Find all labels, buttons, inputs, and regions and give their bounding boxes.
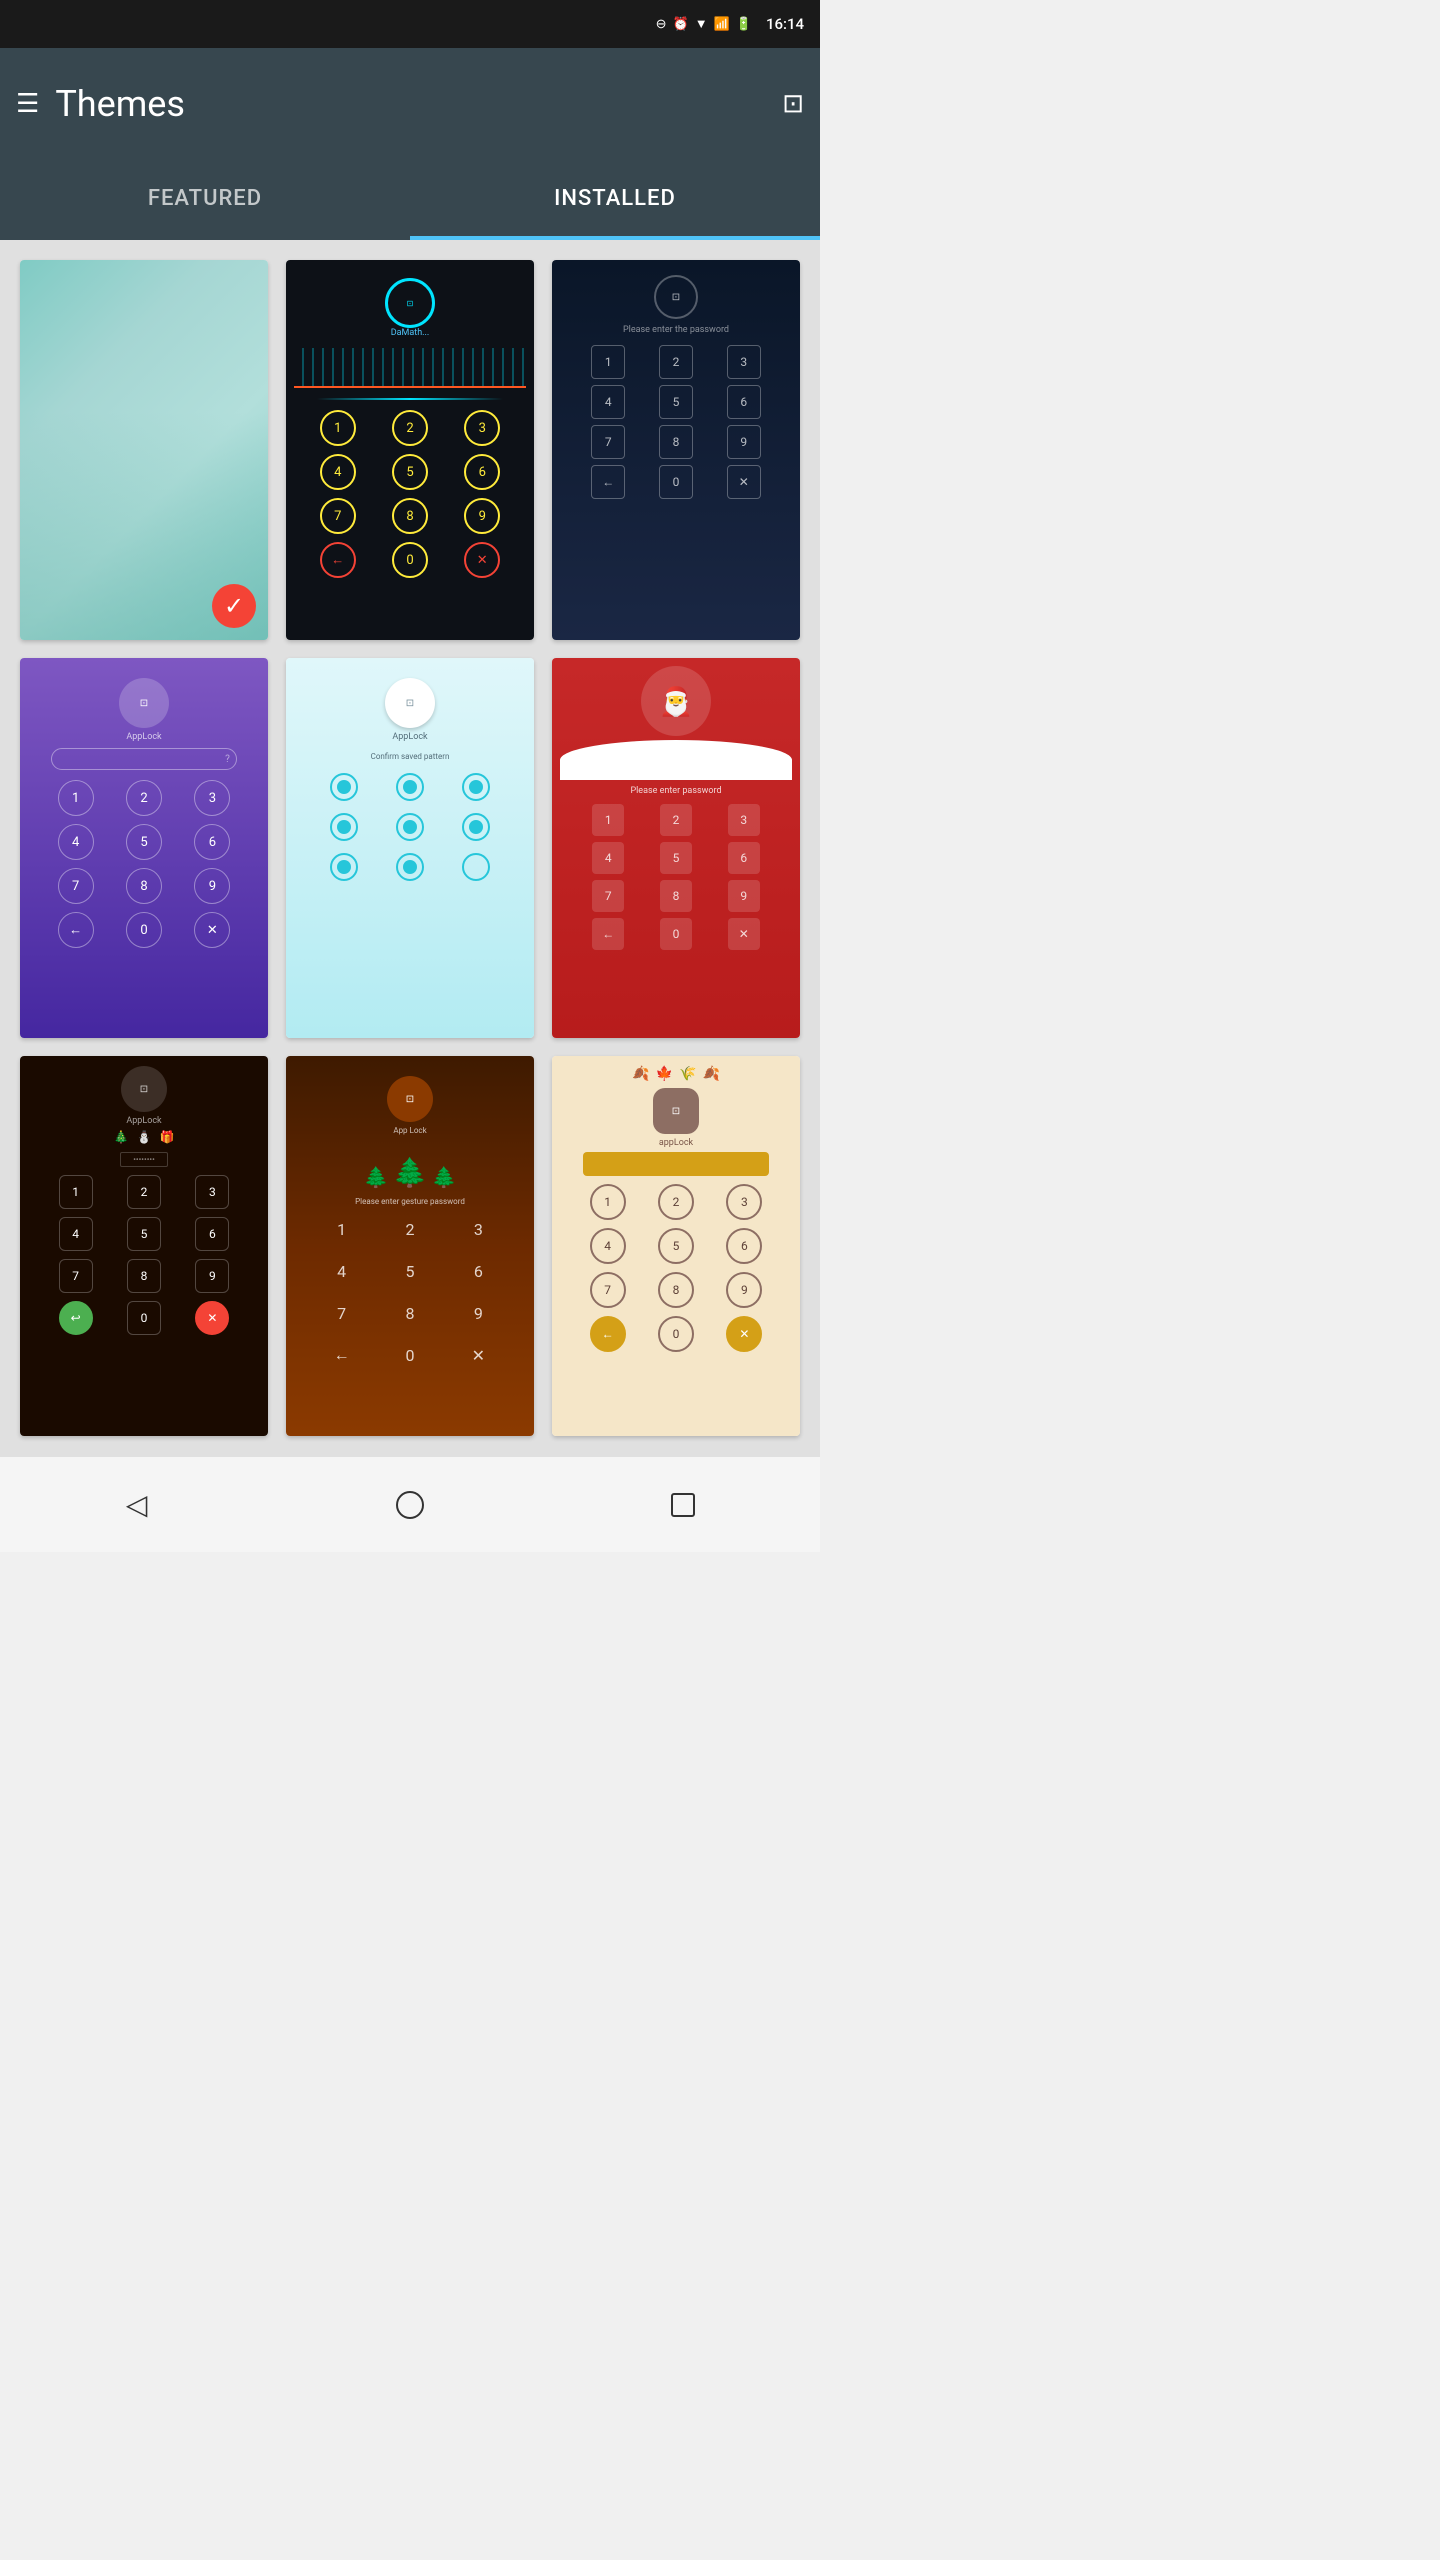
numpad: 1 2 3 4 5 6 7 8 9 ← 0 ✕ bbox=[45, 780, 242, 948]
crop-icon[interactable]: ⊡ bbox=[782, 89, 804, 119]
numpad: 1 2 3 4 5 6 7 8 9 ← 0 ✕ bbox=[311, 1212, 508, 1372]
status-time: 16:14 bbox=[766, 15, 804, 33]
signal-icon: 📶 bbox=[714, 17, 730, 32]
city-skyline bbox=[294, 348, 526, 388]
trees-graphic: 🌲 🌲 🌲 bbox=[294, 1139, 526, 1189]
theme-card-9[interactable]: 🍂🍁🌾🍂 ⊡ appLock 1 2 3 4 5 6 7 8 9 ← 0 ✕ bbox=[552, 1056, 800, 1436]
selected-badge: ✓ bbox=[212, 584, 256, 628]
theme-card-4[interactable]: ⊡ AppLock ? 1 2 3 4 5 6 7 8 9 ← 0 ✕ bbox=[20, 658, 268, 1038]
numpad: 1 2 3 4 5 6 7 8 9 ← 0 ✕ bbox=[306, 410, 515, 578]
numpad: 1 2 3 4 5 6 7 8 9 ← 0 ✕ bbox=[577, 1184, 774, 1352]
recents-icon bbox=[671, 1493, 695, 1517]
theme-card-5[interactable]: ⊡ AppLock Confirm saved pattern bbox=[286, 658, 534, 1038]
theme-card-8[interactable]: ⊡ App Lock 🌲 🌲 🌲 Please enter gesture pa… bbox=[286, 1056, 534, 1436]
password-input: ? bbox=[51, 748, 237, 770]
numpad: 1 2 3 4 5 6 7 8 9 ↩ 0 ✕ bbox=[45, 1175, 242, 1335]
theme-card-6[interactable]: 🎅 Please enter password 1 2 3 4 5 6 7 8 … bbox=[552, 658, 800, 1038]
numpad: 1 2 3 4 5 6 7 8 9 ← 0 ✕ bbox=[577, 804, 774, 950]
theme-logo: ⊡ bbox=[385, 278, 435, 328]
tab-featured[interactable]: FEATURED bbox=[0, 160, 410, 240]
page-title: Themes bbox=[55, 83, 185, 125]
clock-icon: ⏰ bbox=[673, 17, 689, 32]
status-bar: ⊖ ⏰ ▼ 📶 🔋 16:14 bbox=[0, 0, 820, 48]
theme-text: Please enter gesture password bbox=[355, 1197, 465, 1206]
home-button[interactable] bbox=[380, 1475, 440, 1535]
theme-logo: ⊡ bbox=[119, 678, 169, 728]
pattern-grid bbox=[317, 773, 503, 881]
theme-text: Please enter password bbox=[630, 786, 721, 796]
theme-logo: ⊡ bbox=[385, 678, 435, 728]
menu-icon[interactable]: ☰ bbox=[16, 89, 39, 119]
theme-text: Please enter the password bbox=[623, 325, 729, 335]
theme-label: appLock bbox=[659, 1138, 693, 1148]
theme-grid: ✓ ⊡ DaMath... 1 2 3 4 5 6 7 8 9 ← 0 bbox=[0, 240, 820, 1456]
snow-graphic bbox=[560, 740, 792, 780]
theme-logo: ⊡ bbox=[654, 275, 698, 319]
back-button[interactable]: ◁ bbox=[107, 1475, 167, 1535]
tab-installed[interactable]: INSTALLED bbox=[410, 160, 820, 240]
home-icon bbox=[396, 1491, 424, 1519]
theme-card-3[interactable]: ⊡ Please enter the password 1 2 3 4 5 6 … bbox=[552, 260, 800, 640]
theme-logo: ⊡ bbox=[387, 1076, 433, 1122]
wifi-icon: ▼ bbox=[695, 16, 708, 32]
tab-bar: FEATURED INSTALLED bbox=[0, 160, 820, 240]
theme-logo: ⊡ bbox=[653, 1088, 699, 1134]
bottom-nav: ◁ bbox=[0, 1456, 820, 1552]
theme-card-2[interactable]: ⊡ DaMath... 1 2 3 4 5 6 7 8 9 ← 0 ✕ bbox=[286, 260, 534, 640]
recents-button[interactable] bbox=[653, 1475, 713, 1535]
banner bbox=[583, 1152, 769, 1176]
numpad: 1 2 3 4 5 6 7 8 9 ← 0 ✕ bbox=[577, 345, 774, 499]
status-icons: ⊖ ⏰ ▼ 📶 🔋 16:14 bbox=[656, 15, 804, 33]
battery-icon: 🔋 bbox=[736, 17, 752, 32]
decoration: 🎄⛄🎁 bbox=[114, 1130, 175, 1144]
app-bar: ☰ Themes ⊡ bbox=[0, 48, 820, 160]
app-bar-left: ☰ Themes bbox=[16, 83, 185, 125]
back-icon: ◁ bbox=[126, 1488, 148, 1521]
theme-text: AppLock bbox=[392, 732, 427, 742]
theme-label: AppLock bbox=[126, 732, 161, 742]
minus-icon: ⊖ bbox=[656, 17, 667, 32]
theme-card-1[interactable]: ✓ bbox=[20, 260, 268, 640]
santa-graphic: 🎅 bbox=[641, 666, 711, 736]
theme-logo: ⊡ bbox=[121, 1066, 167, 1112]
theme-label: AppLock bbox=[126, 1116, 161, 1126]
theme-card-7[interactable]: ⊡ AppLock 🎄⛄🎁 •••••••• 1 2 3 4 5 6 7 8 9… bbox=[20, 1056, 268, 1436]
